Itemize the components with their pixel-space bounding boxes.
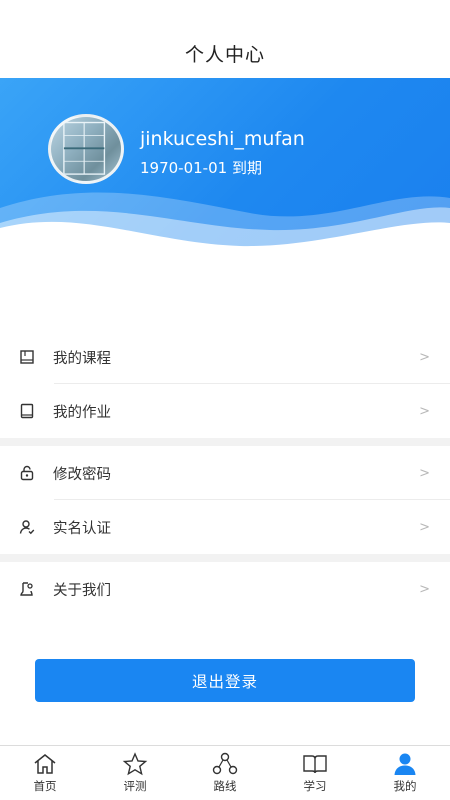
chevron-right-icon: > [419, 465, 430, 481]
chevron-right-icon: > [419, 349, 430, 365]
logout-button[interactable]: 退出登录 [35, 659, 415, 702]
username: jinkuceshi_mufan [140, 128, 305, 150]
menu-item-real-name-verification[interactable]: 实名认证 > [0, 500, 450, 554]
star-icon [122, 752, 148, 776]
user-verify-icon [18, 518, 36, 536]
menu-item-my-homework[interactable]: 我的作业 > [0, 384, 450, 438]
tab-label: 评测 [123, 779, 147, 793]
section-separator [0, 438, 450, 446]
avatar-image [63, 121, 106, 175]
status-bar-space [0, 0, 450, 28]
menu-item-about-us[interactable]: 关于我们 > [0, 562, 450, 616]
about-icon [18, 580, 36, 598]
user-icon [394, 753, 416, 775]
home-icon [34, 754, 56, 774]
homework-notebook-icon [18, 402, 36, 420]
menu-item-my-courses[interactable]: 我的课程 > [0, 330, 450, 384]
tab-label: 首页 [33, 779, 57, 793]
chevron-right-icon: > [419, 403, 430, 419]
menu-label: 修改密码 [53, 466, 111, 483]
menu-group-account: 修改密码 > 实名认证 > [0, 446, 450, 554]
tab-evaluation[interactable]: 评测 [90, 746, 180, 800]
route-icon [212, 752, 238, 775]
tab-label: 路线 [213, 779, 237, 793]
chevron-right-icon: > [419, 519, 430, 535]
menu-label: 我的课程 [53, 350, 111, 367]
menu-label: 实名认证 [53, 520, 111, 537]
profile-banner: jinkuceshi_mufan 1970-01-01 到期 [0, 78, 450, 278]
menu-group-about: 关于我们 > [0, 562, 450, 616]
menu-group-learning: 我的课程 > 我的作业 > [0, 330, 450, 438]
avatar[interactable] [48, 114, 124, 184]
open-book-icon [303, 755, 327, 774]
tab-label: 我的 [393, 779, 417, 793]
expiry-date: 1970-01-01 到期 [140, 159, 262, 177]
menu-label: 我的作业 [53, 404, 111, 421]
tab-home[interactable]: 首页 [0, 746, 90, 800]
tab-route[interactable]: 路线 [180, 746, 270, 800]
chevron-right-icon: > [419, 581, 430, 597]
section-separator [0, 554, 450, 562]
page-title: 个人中心 [184, 43, 265, 66]
menu-item-change-password[interactable]: 修改密码 > [0, 446, 450, 500]
menu-label: 关于我们 [53, 582, 111, 599]
spacer [0, 278, 450, 330]
tab-study[interactable]: 学习 [270, 746, 360, 800]
user-info: jinkuceshi_mufan 1970-01-01 到期 [140, 126, 305, 180]
tab-label: 学习 [303, 779, 327, 793]
wave-decoration [0, 192, 450, 278]
course-book-icon [18, 348, 36, 366]
bottom-tab-bar: 首页 评测 路线 学习 我的 [0, 745, 450, 800]
logout-container: 退出登录 [0, 616, 450, 702]
tab-mine[interactable]: 我的 [360, 746, 450, 800]
page-header: 个人中心 [0, 28, 450, 78]
lock-icon [18, 464, 36, 482]
